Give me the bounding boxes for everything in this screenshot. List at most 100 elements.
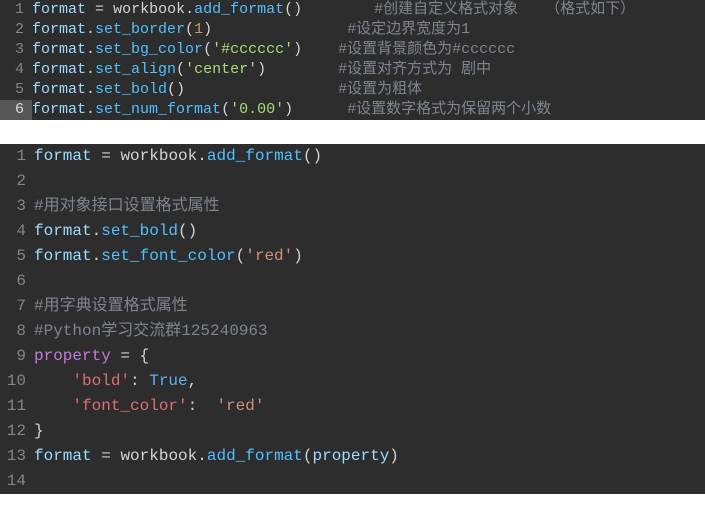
code-token: 'bold' [72,372,130,390]
code-token: . [197,447,207,465]
code-line: 5format.set_font_color('red') [0,244,705,269]
code-token: #设置为粗体 [338,81,422,98]
code-token: , [188,372,198,390]
code-token: ) [293,247,303,265]
code-token: '0.00' [230,101,284,118]
code-content: format = workbook.add_format() [34,144,705,169]
code-token: ) [257,61,266,78]
code-token: property [34,347,111,365]
line-number: 1 [0,144,34,169]
code-token [302,41,338,58]
code-token: . [86,41,95,58]
code-content: format.set_bold() [34,219,705,244]
code-token: set_border [95,21,185,38]
line-number: 8 [0,319,34,344]
code-token: ( [221,101,230,118]
line-number: 1 [0,0,32,20]
code-line: 10 'bold': True, [0,369,705,394]
code-token: set_bold [101,222,178,240]
code-token: format [34,247,92,265]
code-token [34,397,72,415]
line-number: 7 [0,294,34,319]
code-token: ) [203,21,212,38]
code-token [266,61,338,78]
code-token [185,81,338,98]
line-number: 10 [0,369,34,394]
code-token: set_bold [95,81,167,98]
code-token: format [32,21,86,38]
code-line: 8#Python学习交流群125240963 [0,319,705,344]
code-line: 5format.set_bold() #设置为粗体 [0,80,705,100]
code-line: 1format = workbook.add_format() #创建自定义格式… [0,0,705,20]
code-token: . [86,61,95,78]
code-token: } [34,422,44,440]
code-token: ) [389,447,399,465]
code-token: () [284,1,302,18]
code-token: set_bg_color [95,41,203,58]
code-token: ) [293,41,302,58]
code-token: = [95,1,104,18]
line-number: 5 [0,80,32,100]
code-token: #设置数字格式为保留两个小数 [347,101,551,118]
line-number: 3 [0,40,32,60]
code-token: () [167,81,185,98]
code-token: 'red' [216,397,264,415]
line-number: 5 [0,244,34,269]
line-number: 2 [0,169,34,194]
line-number: 4 [0,219,34,244]
code-token: add_format [207,147,303,165]
code-line: 7#用字典设置格式属性 [0,294,705,319]
code-token [111,347,121,365]
code-token: . [86,101,95,118]
line-number: 9 [0,344,34,369]
line-number: 12 [0,419,34,444]
code-line: 4format.set_align('center') #设置对齐方式为 剧中 [0,60,705,80]
code-token: format [34,447,92,465]
code-token: 'font_color' [72,397,187,415]
code-token: 'center' [185,61,257,78]
code-token [104,1,113,18]
code-token: #Python学习交流群125240963 [34,322,268,340]
code-token: #创建自定义格式对象 （格式如下） [374,1,635,18]
code-token: ( [176,61,185,78]
code-line: 6 [0,269,705,294]
code-line: 14 [0,469,705,494]
code-line: 3#用对象接口设置格式属性 [0,194,705,219]
code-block-2: 1format = workbook.add_format()2 3#用对象接口… [0,144,705,494]
code-token: workbook [113,1,185,18]
code-token: () [303,147,322,165]
code-content: format.set_bg_color('#cccccc') #设置背景颜色为#… [32,40,705,60]
code-token: #设置背景颜色为#cccccc [338,41,515,58]
code-line: 2 [0,169,705,194]
code-token: . [92,247,102,265]
code-line: 6format.set_num_format('0.00') #设置数字格式为保… [0,100,705,120]
code-content: #Python学习交流群125240963 [34,319,705,344]
code-token [212,21,347,38]
code-content: 'font_color': 'red' [34,394,705,419]
code-token: ( [236,247,246,265]
line-number: 2 [0,20,32,40]
code-token [92,447,102,465]
code-content: 'bold': True, [34,369,705,394]
code-line: 11 'font_color': 'red' [0,394,705,419]
code-token [86,1,95,18]
line-number: 3 [0,194,34,219]
code-token: = [101,147,111,165]
code-line: 2format.set_border(1) #设定边界宽度为1 [0,20,705,40]
code-token: : [130,372,149,390]
code-line: 9property = { [0,344,705,369]
code-content: format = workbook.add_format(property) [34,444,705,469]
code-content [34,269,705,294]
code-content: format.set_align('center') #设置对齐方式为 剧中 [32,60,705,80]
code-token: True [149,372,187,390]
code-token [92,147,102,165]
code-token: . [86,81,95,98]
code-token: format [34,147,92,165]
code-content: format.set_font_color('red') [34,244,705,269]
code-token: '#cccccc' [212,41,293,58]
code-token: format [32,101,86,118]
code-token [293,101,347,118]
code-block-1: 1format = workbook.add_format() #创建自定义格式… [0,0,705,120]
code-token: #设定边界宽度为1 [347,21,470,38]
code-token: format [32,81,86,98]
